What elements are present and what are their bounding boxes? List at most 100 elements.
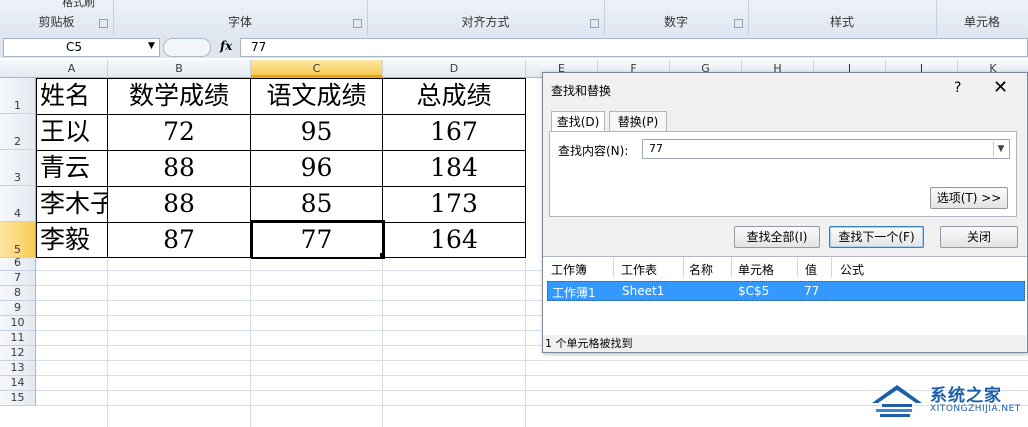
group-clipboard: 剪贴板 (0, 0, 114, 36)
watermark-text: 系统之家 (930, 386, 1002, 406)
cell-b2[interactable]: 72 (108, 114, 250, 150)
column-header-a[interactable]: A (36, 60, 108, 77)
results-header-workbook[interactable]: 工作簿 (551, 261, 587, 278)
find-all-button[interactable]: 查找全部(I) (734, 226, 820, 248)
result-cell: $C$5 (738, 284, 770, 298)
cell-a1[interactable]: 姓名 (37, 78, 107, 114)
cell-d4[interactable]: 173 (383, 186, 525, 222)
row-header-2[interactable]: 2 (0, 114, 36, 150)
row-header-5[interactable]: 5 (0, 222, 37, 258)
group-label-font: 字体 (227, 15, 252, 29)
cell-c1[interactable]: 语文成绩 (251, 78, 382, 114)
cell-a2[interactable]: 王以 (37, 114, 107, 150)
chevron-down-icon[interactable]: ▼ (993, 141, 1008, 157)
results-header-sheet[interactable]: 工作表 (621, 261, 657, 278)
gridline (36, 360, 1028, 361)
dialog-launcher-icon[interactable] (99, 19, 108, 28)
column-divider[interactable] (797, 257, 798, 277)
active-cell-border (251, 220, 385, 259)
group-label-alignment: 对齐方式 (461, 15, 510, 29)
insert-function-icon[interactable]: fx (220, 39, 232, 53)
result-row[interactable]: 工作薄1 Sheet1 $C$5 77 (547, 281, 1025, 301)
gridline (36, 285, 542, 286)
group-cells: 单元格 (936, 0, 1028, 36)
row-header-1[interactable]: 1 (0, 78, 36, 114)
cell-c3[interactable]: 96 (251, 150, 382, 186)
gridline (36, 375, 1028, 376)
row-header-14[interactable]: 14 (0, 376, 36, 391)
find-tab-panel: 查找内容(N): 77 ▼ 选项(T) >> (549, 131, 1017, 217)
group-label-styles: 样式 (829, 15, 854, 29)
row-header-6[interactable]: 6 (0, 256, 36, 271)
column-divider[interactable] (831, 257, 832, 277)
dialog-launcher-icon[interactable] (353, 19, 362, 28)
cell-d1[interactable]: 总成绩 (383, 78, 525, 114)
results-header-cell[interactable]: 单元格 (738, 261, 774, 278)
column-divider[interactable] (683, 257, 684, 277)
dialog-launcher-icon[interactable] (734, 19, 743, 28)
cell-d3[interactable]: 184 (383, 150, 525, 186)
cell-a4[interactable]: 李木子 (37, 186, 107, 222)
group-number: 数字 (604, 0, 749, 36)
cell-d5[interactable]: 164 (383, 222, 525, 258)
row-header-7[interactable]: 7 (0, 271, 36, 286)
row-header-11[interactable]: 11 (0, 331, 36, 346)
results-header-name[interactable]: 名称 (689, 261, 713, 278)
row-header-8[interactable]: 8 (0, 286, 36, 301)
row-header-15[interactable]: 15 (0, 391, 36, 406)
row-header-9[interactable]: 9 (0, 301, 36, 316)
row-header-10[interactable]: 10 (0, 316, 36, 331)
help-icon[interactable]: ? (954, 80, 961, 96)
status-text: 1 个单元格被找到 (545, 337, 633, 350)
column-header-b[interactable]: B (108, 60, 251, 77)
tab-replace[interactable]: 替换(P) (609, 111, 667, 132)
formula-input[interactable]: 77 (240, 38, 1028, 57)
group-label-clipboard: 剪贴板 (38, 15, 75, 29)
gridline (36, 315, 542, 316)
gridline (36, 300, 542, 301)
cell-b4[interactable]: 88 (108, 186, 250, 222)
name-box[interactable]: C5 ▼ (3, 38, 160, 57)
gridline (36, 270, 542, 271)
result-sheet: Sheet1 (622, 284, 665, 298)
column-header-c[interactable]: C (251, 60, 383, 77)
row-header-4[interactable]: 4 (0, 186, 36, 222)
table-border (525, 78, 526, 258)
find-what-label: 查找内容(N): (558, 144, 629, 158)
cell-b5[interactable]: 87 (108, 222, 250, 258)
cell-a3[interactable]: 青云 (37, 150, 107, 186)
cell-d2[interactable]: 167 (383, 114, 525, 150)
cell-b1[interactable]: 数学成绩 (108, 78, 250, 114)
cell-a5[interactable]: 李毅 (37, 222, 107, 258)
dialog-launcher-icon[interactable] (590, 19, 599, 28)
chevron-down-icon[interactable]: ▼ (148, 41, 155, 51)
result-value: 77 (804, 284, 820, 298)
ribbon: 格式刷 剪贴板 字体 对齐方式 数字 样式 单元格 (0, 0, 1028, 37)
results-header-formula[interactable]: 公式 (840, 261, 864, 278)
group-label-number: 数字 (663, 15, 688, 29)
find-what-input[interactable]: 77 ▼ (642, 139, 1010, 159)
column-divider[interactable] (613, 257, 614, 277)
row-header-12[interactable]: 12 (0, 346, 36, 361)
fill-handle[interactable] (380, 253, 385, 258)
column-divider[interactable] (731, 257, 732, 277)
results-list: 工作簿 工作表 名称 单元格 值 公式 工作薄1 Sheet1 $C$5 77 (543, 256, 1027, 335)
group-font: 字体 (113, 0, 368, 36)
results-header-value[interactable]: 值 (805, 261, 817, 278)
cell-c2[interactable]: 95 (251, 114, 382, 150)
group-alignment: 对齐方式 (367, 0, 605, 36)
close-button[interactable]: 关闭 (940, 226, 1018, 248)
cell-c4[interactable]: 85 (251, 186, 382, 222)
row-header-3[interactable]: 3 (0, 150, 36, 186)
gridline (36, 330, 542, 331)
group-label-cells: 单元格 (963, 15, 1000, 29)
column-header-d[interactable]: D (383, 60, 526, 77)
options-button[interactable]: 选项(T) >> (930, 187, 1008, 209)
tab-find[interactable]: 查找(D) (551, 111, 605, 133)
find-next-button[interactable]: 查找下一个(F) (829, 226, 924, 248)
row-header-13[interactable]: 13 (0, 361, 36, 376)
cell-b3[interactable]: 88 (108, 150, 250, 186)
find-what-value: 77 (649, 142, 663, 155)
close-icon[interactable]: ✕ (993, 77, 1008, 98)
formula-bar-resize-handle[interactable] (163, 38, 211, 57)
